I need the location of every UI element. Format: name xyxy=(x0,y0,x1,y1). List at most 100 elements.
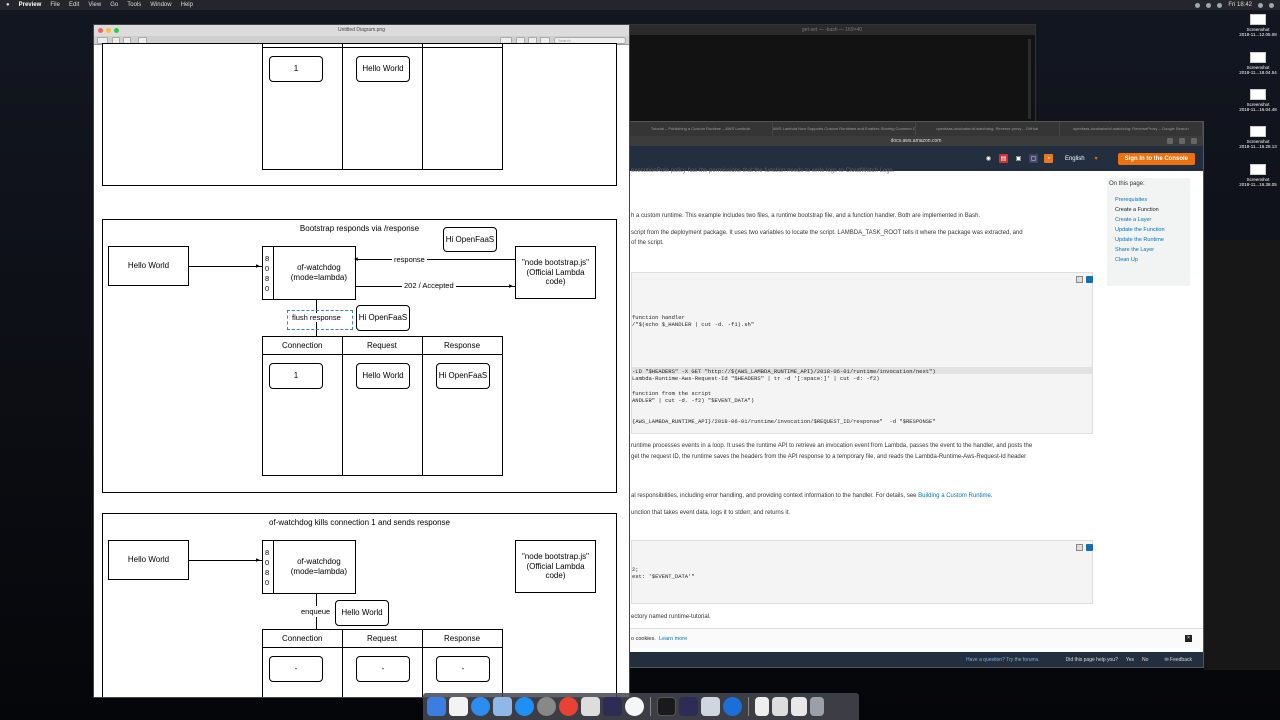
table-divider xyxy=(342,336,343,476)
desktop-file-screenshot[interactable]: Screenshot 2018-11...16.04.48 xyxy=(1238,89,1278,112)
menu-go[interactable]: Go xyxy=(110,0,118,10)
pdf-icon[interactable]: ▤ xyxy=(998,154,1008,163)
copy-code-icon[interactable] xyxy=(1086,544,1093,551)
code-line: ANDLER" | cut -d. -f2) "$EVENT_DATA") xyxy=(632,397,755,404)
connection-cell: 1 xyxy=(269,363,323,389)
finder-icon[interactable] xyxy=(427,697,446,716)
browser-tab[interactable]: Tutorial – Publishing a Custom Runtime –… xyxy=(629,122,773,136)
app-store-icon[interactable] xyxy=(515,697,534,716)
toc-item-clean-up[interactable]: Clean Up xyxy=(1107,257,1190,263)
vscode-icon[interactable] xyxy=(603,697,622,716)
kindle-icon[interactable]: ▣ xyxy=(1014,154,1023,163)
menu-edit[interactable]: Edit xyxy=(69,0,79,10)
header-response: Response xyxy=(444,634,481,643)
desktop-file-screenshot[interactable]: Screenshot 2018-11...16.38.05 xyxy=(1238,164,1278,187)
add-tab-icon[interactable] xyxy=(1191,138,1197,144)
document-icon[interactable] xyxy=(755,697,769,716)
close-window-icon[interactable] xyxy=(98,28,103,33)
share-icon[interactable] xyxy=(1167,138,1173,144)
zoom-window-icon[interactable] xyxy=(114,28,119,33)
calendar-icon[interactable] xyxy=(449,697,468,716)
header-connection: Connection xyxy=(282,341,323,350)
search-icon[interactable] xyxy=(1258,2,1263,8)
status-icon[interactable] xyxy=(1195,2,1201,8)
window-thumbnail-icon[interactable] xyxy=(772,697,788,716)
photos-icon[interactable] xyxy=(625,697,644,716)
vscode-icon[interactable] xyxy=(679,697,698,716)
preview-icon[interactable] xyxy=(493,697,512,716)
menu-view[interactable]: View xyxy=(88,0,101,10)
menubar-clock[interactable]: Fri 18:42 xyxy=(1228,2,1252,8)
chrome-icon[interactable] xyxy=(559,697,578,716)
menu-app-preview[interactable]: Preview xyxy=(19,0,42,10)
terminal-icon[interactable] xyxy=(657,697,676,716)
toc-item-share-layer[interactable]: Share the Layer xyxy=(1107,247,1190,253)
file-name: 2018-11...18.04.54 xyxy=(1239,70,1277,75)
screenshot-app-icon[interactable] xyxy=(701,697,720,716)
copy-icon[interactable] xyxy=(1076,544,1083,551)
copy-code-icon[interactable] xyxy=(1086,276,1093,283)
doc-text-part: al responsibilities, including error han… xyxy=(631,493,917,499)
language-chevron-icon[interactable]: ▾ xyxy=(1095,155,1098,162)
code-block-function[interactable]: 2; est: '$EVENT_DATA'" xyxy=(631,540,1093,604)
yes-button[interactable]: Yes xyxy=(1126,657,1134,663)
arrow-head-icon: ◂ xyxy=(354,254,358,263)
browser-tab[interactable]: openfaas-incubator/of-watchdog: Reverse … xyxy=(916,122,1060,136)
toc-item-update-runtime[interactable]: Update the Runtime xyxy=(1107,237,1190,243)
desktop-file-screenshot[interactable]: Screenshot 2018-11...16.28.13 xyxy=(1238,126,1278,149)
toc-item-create-layer[interactable]: Create a Layer xyxy=(1107,217,1190,223)
trash-icon[interactable] xyxy=(810,697,824,716)
url-text[interactable]: docs.aws.amazon.com xyxy=(891,138,942,144)
copy-icon[interactable] xyxy=(1076,276,1083,283)
address-bar[interactable]: docs.aws.amazon.com xyxy=(629,136,1203,146)
desktop-file-screenshot[interactable]: Screenshot 2018-11...18.04.54 xyxy=(1238,52,1278,75)
code-line: {AWS_LAMBDA_RUNTIME_API}/2018-06-01/runt… xyxy=(632,418,936,425)
terminal-scrollbar[interactable] xyxy=(1028,39,1031,119)
learn-more-link[interactable]: Learn more xyxy=(659,636,687,642)
code-line: -LD "$HEADERS" -X GET "http://${AWS_LAMB… xyxy=(632,368,936,375)
sign-in-button[interactable]: Sign In to the Console xyxy=(1117,152,1195,165)
file-name: 2018-11...16.04.48 xyxy=(1239,107,1277,112)
code-line: function handler xyxy=(632,314,685,321)
port-divider xyxy=(273,540,274,594)
wifi-icon[interactable] xyxy=(1206,2,1212,8)
building-custom-runtime-link[interactable]: Building a Custom Runtime xyxy=(918,493,991,499)
background-window[interactable] xyxy=(1204,240,1280,670)
edge-icon[interactable] xyxy=(723,697,742,716)
feedback-button[interactable]: ✉ Feedback xyxy=(1164,657,1192,663)
toc-item-prerequisites[interactable]: Prerequisites xyxy=(1107,197,1190,203)
toc-item-create-function[interactable]: Create a Function xyxy=(1107,207,1190,213)
menu-file[interactable]: File xyxy=(50,0,60,10)
menu-window[interactable]: Window xyxy=(150,0,171,10)
language-select[interactable]: English xyxy=(1065,156,1085,162)
rss-icon[interactable]: ◔ xyxy=(1043,154,1053,163)
forum-icon[interactable]: ▢ xyxy=(1028,154,1038,163)
code-block-bootstrap[interactable]: function handler /"$(echo $_HANDLER | cu… xyxy=(631,272,1093,434)
toc-item-update-function[interactable]: Update the Function xyxy=(1107,227,1190,233)
menu-tools[interactable]: Tools xyxy=(127,0,141,10)
terminal-window[interactable]: get-set — -bash — 169×40 xyxy=(628,24,1036,124)
arrow-line xyxy=(189,266,262,267)
slack-icon[interactable] xyxy=(581,697,600,716)
desktop-file-screenshot[interactable]: Screenshot 2018-11...12.05.08 xyxy=(1238,14,1278,37)
apple-icon[interactable]: ● xyxy=(6,0,10,10)
no-button[interactable]: No xyxy=(1142,657,1148,663)
menu-help[interactable]: Help xyxy=(181,0,193,10)
github-icon[interactable]: ◉ xyxy=(984,154,993,163)
minimize-window-icon[interactable] xyxy=(106,28,111,33)
forums-link[interactable]: Have a question? Try the forums. xyxy=(966,657,1040,663)
terminal-title: get-set — -bash — 169×40 xyxy=(629,25,1035,35)
notification-icon[interactable] xyxy=(1269,2,1274,8)
code-line: /"$(echo $_HANDLER | cut -d. -f1).sh" xyxy=(632,321,755,328)
client-box: Hello World xyxy=(108,540,189,580)
browser-tab[interactable]: openfaas-incubator/of-watchdog: ReverseP… xyxy=(1060,122,1203,136)
window-thumbnail-icon[interactable] xyxy=(791,697,807,716)
battery-icon[interactable] xyxy=(1217,2,1223,8)
tabs-icon[interactable] xyxy=(1179,138,1185,144)
close-icon[interactable]: × xyxy=(1185,635,1192,642)
safari-icon[interactable] xyxy=(471,697,490,716)
browser-tab[interactable]: AWS Lambda Now Supports Custom Runtimes … xyxy=(773,122,916,136)
system-preferences-icon[interactable] xyxy=(537,697,556,716)
file-thumbnail-icon xyxy=(1250,14,1266,25)
node-bootstrap-box: "node bootstrap.js" (Official Lambda cod… xyxy=(515,246,596,299)
